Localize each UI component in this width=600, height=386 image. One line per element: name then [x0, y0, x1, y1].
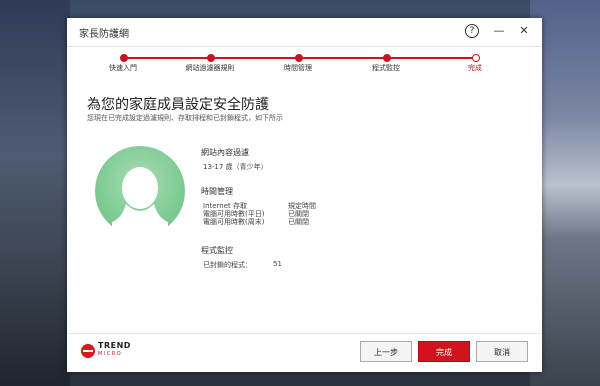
finish-button[interactable]: 完成: [418, 341, 470, 362]
cancel-button[interactable]: 取消: [476, 341, 528, 362]
web-filter-value: 13-17 歲（青少年）: [203, 163, 268, 171]
program-control-heading: 程式監控: [201, 246, 233, 255]
weekend-hours-value: 已關閉: [288, 218, 309, 226]
step-label-2: 網站過濾器規則: [185, 64, 235, 72]
step-dot-4: [383, 54, 391, 62]
trend-micro-logo-icon: [81, 344, 95, 358]
step-label-4: 程式監控: [372, 64, 400, 72]
step-dot-3: [295, 54, 303, 62]
footer-divider: [67, 333, 542, 334]
time-management-heading: 時間管理: [201, 187, 233, 196]
step-label-1: 快速入門: [109, 64, 137, 72]
web-filter-heading: 網站內容過濾: [201, 148, 249, 157]
step-label-3: 時間管理: [284, 64, 312, 72]
user-avatar-icon: [95, 146, 185, 236]
logo-text-trend: TREND: [98, 341, 131, 350]
blocked-programs-label: 已封鎖的程式：: [203, 261, 252, 269]
title-bar: 家長防護網 ? — ✕: [67, 18, 542, 47]
trend-micro-logo: TREND MICRO: [81, 342, 141, 362]
back-button[interactable]: 上一步: [360, 341, 412, 362]
help-icon[interactable]: ?: [465, 24, 479, 38]
close-icon[interactable]: ✕: [517, 24, 531, 38]
step-dot-1: [120, 54, 128, 62]
parental-controls-window: 家長防護網 ? — ✕ 快速入門 網站過濾器規則 時間管理 程式監控 完成 為您…: [67, 18, 542, 372]
step-dot-5: [472, 54, 480, 62]
weekend-hours-label: 電腦可用時數(周末): [203, 218, 265, 226]
minimize-icon[interactable]: —: [492, 24, 506, 38]
page-title: 為您的家庭成員設定安全防護: [87, 97, 269, 113]
desktop-background-left: [0, 0, 70, 386]
window-title: 家長防護網: [79, 29, 129, 40]
person-silhouette-icon: [112, 167, 168, 236]
wizard-stepper: 快速入門 網站過濾器規則 時間管理 程式監控 完成: [67, 48, 542, 88]
step-label-5: 完成: [468, 64, 482, 72]
logo-text-micro: MICRO: [98, 351, 123, 357]
step-dot-2: [207, 54, 215, 62]
page-subtitle: 您現在已完成設定過濾規則、存取排程和已封鎖程式，如下所示: [87, 114, 283, 122]
blocked-programs-count: 51: [273, 260, 282, 268]
